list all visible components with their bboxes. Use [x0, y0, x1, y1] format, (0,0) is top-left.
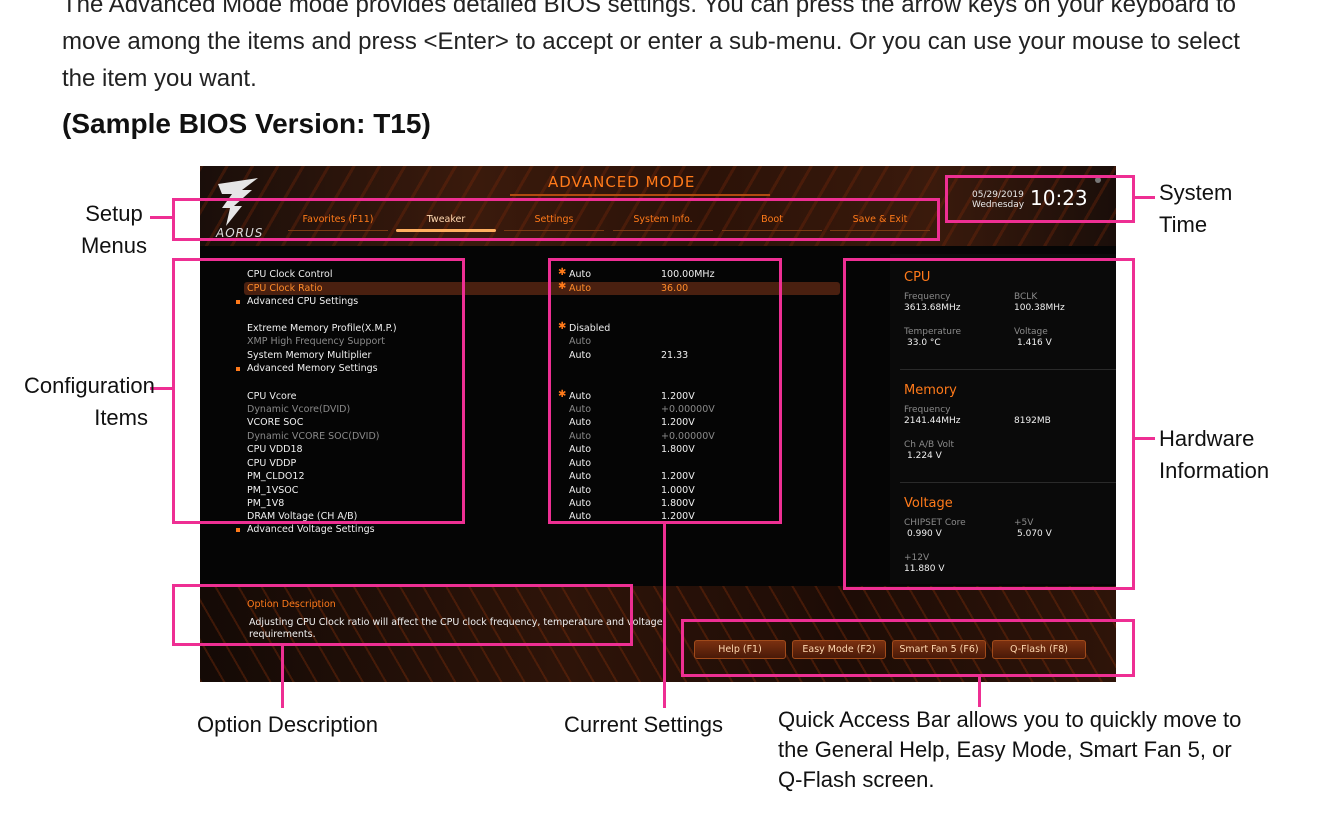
submenu-bullet-icon [236, 528, 240, 532]
sample-bios-version: (Sample BIOS Version: T15) [62, 108, 431, 139]
setup-menus-connector [150, 216, 172, 219]
hardware-information-connector [1135, 437, 1155, 440]
callout-option-description: Option Description [197, 712, 378, 737]
callout-configuration-items: Configuration Items [24, 373, 155, 430]
quick-access-connector [978, 677, 981, 707]
bios-mode-title: ADVANCED MODE [548, 173, 696, 191]
configuration-items-box [172, 258, 465, 524]
intro-paragraph: The Advanced Mode mode provides detailed… [62, 0, 1240, 92]
callout-hardware-information: Hardware Information [1159, 426, 1270, 483]
callout-current-settings: Current Settings [564, 712, 723, 737]
current-settings-connector [663, 524, 666, 708]
callout-system-time: System Time [1159, 180, 1233, 237]
option-description-connector [281, 646, 284, 708]
option-description-box [172, 584, 633, 646]
hardware-information-box [843, 258, 1135, 590]
quick-access-box [681, 619, 1135, 677]
system-time-connector [1135, 196, 1155, 199]
callout-setup-menus: Setup Menus [80, 201, 148, 258]
item-advanced-voltage-settings[interactable]: Advanced Voltage Settings [247, 524, 375, 535]
system-time-box [945, 175, 1135, 223]
callout-quick-access-bar: Quick Access Bar allows you to quickly m… [778, 707, 1242, 792]
setup-menus-box [172, 198, 940, 241]
title-divider [510, 194, 770, 196]
current-settings-box [548, 258, 782, 524]
